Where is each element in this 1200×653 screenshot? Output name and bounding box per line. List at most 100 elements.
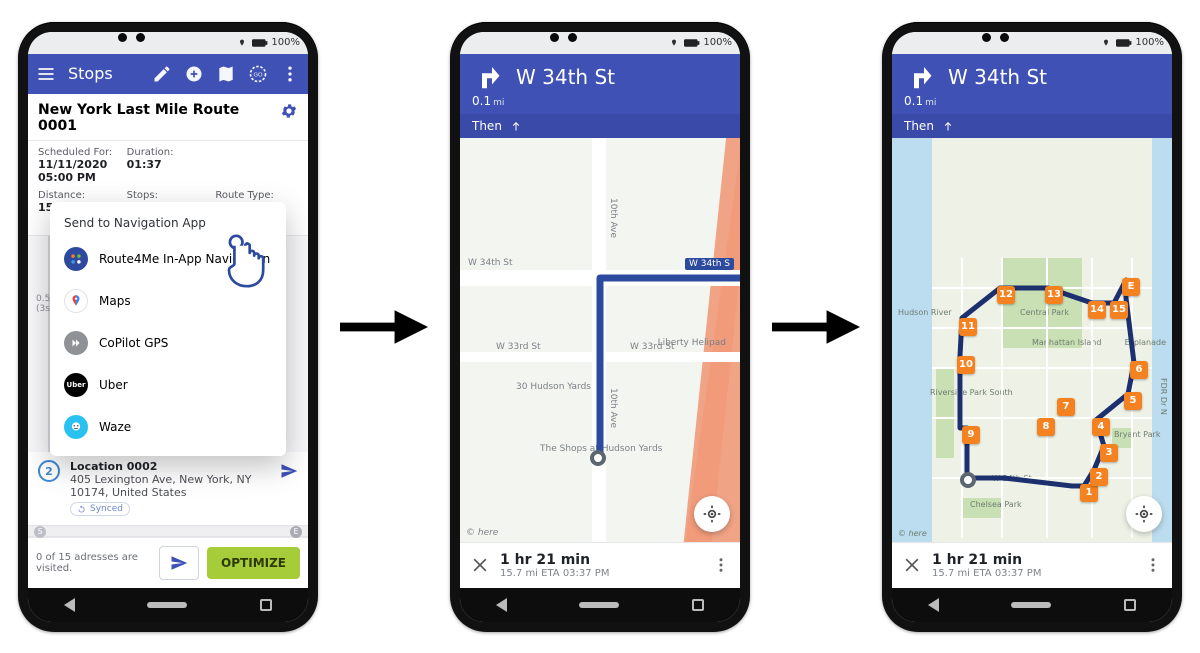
map-view[interactable]: W 34th St W 34th S 10th Ave 10th Ave W 3… (460, 138, 740, 542)
recents-icon[interactable] (1124, 599, 1136, 611)
current-location-dot (590, 450, 606, 466)
gear-icon[interactable] (280, 102, 298, 120)
battery-percent: 100% (271, 37, 300, 48)
arrow-2 (772, 302, 860, 352)
battery-percent: 100% (703, 37, 732, 48)
scheduled-value: 11/11/2020 05:00 PM (38, 158, 121, 184)
location-pin-icon (670, 38, 678, 48)
edit-icon[interactable] (152, 64, 172, 84)
eta-sub: 15.7 mi ETA 03:37 PM (932, 568, 1041, 579)
timeline-bar: SE (28, 525, 308, 537)
home-icon[interactable] (147, 602, 187, 608)
recents-icon[interactable] (692, 599, 704, 611)
stop-marker[interactable]: 1 (1080, 484, 1098, 502)
turn-right-icon (904, 62, 934, 92)
nav-distance-unit: mi (493, 98, 504, 108)
routetype-label: Route Type: (215, 190, 274, 201)
add-icon[interactable] (184, 64, 204, 84)
stop-number-badge: 2 (38, 460, 60, 482)
map-icon[interactable] (216, 64, 236, 84)
stops-label: Stops: (127, 190, 158, 201)
tap-hand-illustration (220, 231, 274, 295)
nav-app-copilot[interactable]: CoPilot GPS (50, 322, 286, 364)
system-nav-bar (460, 588, 740, 622)
stop-marker[interactable]: 11 (959, 318, 977, 336)
status-bar: 100% (28, 32, 308, 54)
battery-percent: 100% (1135, 37, 1164, 48)
system-nav-bar (892, 588, 1172, 622)
then-bar: Then (460, 114, 740, 138)
recents-icon[interactable] (260, 599, 272, 611)
copilot-icon (64, 331, 88, 355)
waze-icon (64, 415, 88, 439)
appbar-title: Stops (68, 64, 140, 83)
location-pin-icon (238, 38, 246, 48)
nav-app-label: Maps (99, 294, 131, 308)
system-nav-bar (28, 588, 308, 622)
nav-distance-unit: mi (925, 98, 936, 108)
stop-marker[interactable]: 14 (1088, 301, 1106, 319)
more-icon[interactable] (1144, 556, 1162, 574)
arrow-1 (340, 302, 428, 352)
then-bar: Then (892, 114, 1172, 138)
stop-marker[interactable]: 7 (1057, 398, 1075, 416)
route-header: New York Last Mile Route 0001 (28, 94, 308, 141)
go-icon[interactable]: GO (248, 64, 268, 84)
stop-marker[interactable]: 13 (1045, 286, 1063, 304)
close-icon[interactable] (470, 555, 490, 575)
nav-street: W 34th St (948, 65, 1047, 89)
location-pin-icon (1102, 38, 1110, 48)
recenter-button[interactable] (1126, 496, 1162, 532)
nav-app-label: CoPilot GPS (99, 336, 168, 350)
then-label: Then (472, 119, 502, 133)
optimize-button[interactable]: OPTIMIZE (207, 547, 300, 579)
battery-icon (684, 38, 700, 48)
eta-duration: 1 hr 21 min (932, 552, 1041, 568)
more-icon[interactable] (712, 556, 730, 574)
back-icon[interactable] (928, 598, 939, 612)
map-view[interactable]: Hudson River Central Park Manhattan Isla… (892, 138, 1172, 542)
stop-marker[interactable]: 4 (1092, 418, 1110, 436)
recenter-button[interactable] (694, 496, 730, 532)
home-icon[interactable] (579, 602, 619, 608)
navigate-button[interactable] (159, 546, 199, 580)
more-icon[interactable] (280, 64, 300, 84)
battery-icon (1116, 38, 1132, 48)
scheduled-label: Scheduled For: (38, 147, 112, 158)
stop-marker[interactable]: E (1122, 278, 1140, 296)
close-icon[interactable] (902, 555, 922, 575)
nav-app-waze[interactable]: Waze (50, 406, 286, 448)
nav-app-label: Uber (99, 378, 128, 392)
send-to-nav-icon[interactable] (280, 462, 298, 483)
home-icon[interactable] (1011, 602, 1051, 608)
stop-marker[interactable]: 6 (1130, 361, 1148, 379)
hamburger-icon[interactable] (36, 64, 56, 84)
distance-label: Distance: (38, 190, 85, 201)
screen-2: 100% W 34th St 0.1mi Then (460, 32, 740, 622)
eta-bar: 1 hr 21 min 15.7 mi ETA 03:37 PM (460, 542, 740, 588)
app-bar: Stops GO (28, 54, 308, 94)
stop-marker[interactable]: 9 (962, 426, 980, 444)
eta-sub: 15.7 mi ETA 03:37 PM (500, 568, 609, 579)
stop-marker[interactable]: 8 (1037, 418, 1055, 436)
stop-marker[interactable]: 10 (957, 356, 975, 374)
current-location-dot (960, 472, 976, 488)
stop-marker[interactable]: 5 (1124, 392, 1142, 410)
visited-text: 0 of 15 adresses are visited. (36, 552, 151, 574)
bottom-bar: 0 of 15 adresses are visited. OPTIMIZE (28, 537, 308, 588)
nav-app-label: Waze (99, 420, 131, 434)
turn-right-icon (472, 62, 502, 92)
stop-marker[interactable]: 3 (1100, 444, 1118, 462)
uber-icon: Uber (64, 373, 88, 397)
stop-name: Location 0002 (70, 460, 298, 473)
screen-1: 100% Stops GO New York Last Mile Route 0… (28, 32, 308, 622)
stop-marker[interactable]: 12 (997, 286, 1015, 304)
stop-marker[interactable]: 15 (1110, 301, 1128, 319)
back-icon[interactable] (64, 598, 75, 612)
phone-frame-3: 100% W 34th St 0.1mi Then Hud (882, 22, 1182, 632)
stop-marker[interactable]: 2 (1090, 468, 1108, 486)
nav-app-uber[interactable]: Uber Uber (50, 364, 286, 406)
back-icon[interactable] (496, 598, 507, 612)
route4me-icon (64, 247, 88, 271)
stop-row[interactable]: 2 Location 0002 405 Lexington Ave, New Y… (28, 452, 308, 525)
